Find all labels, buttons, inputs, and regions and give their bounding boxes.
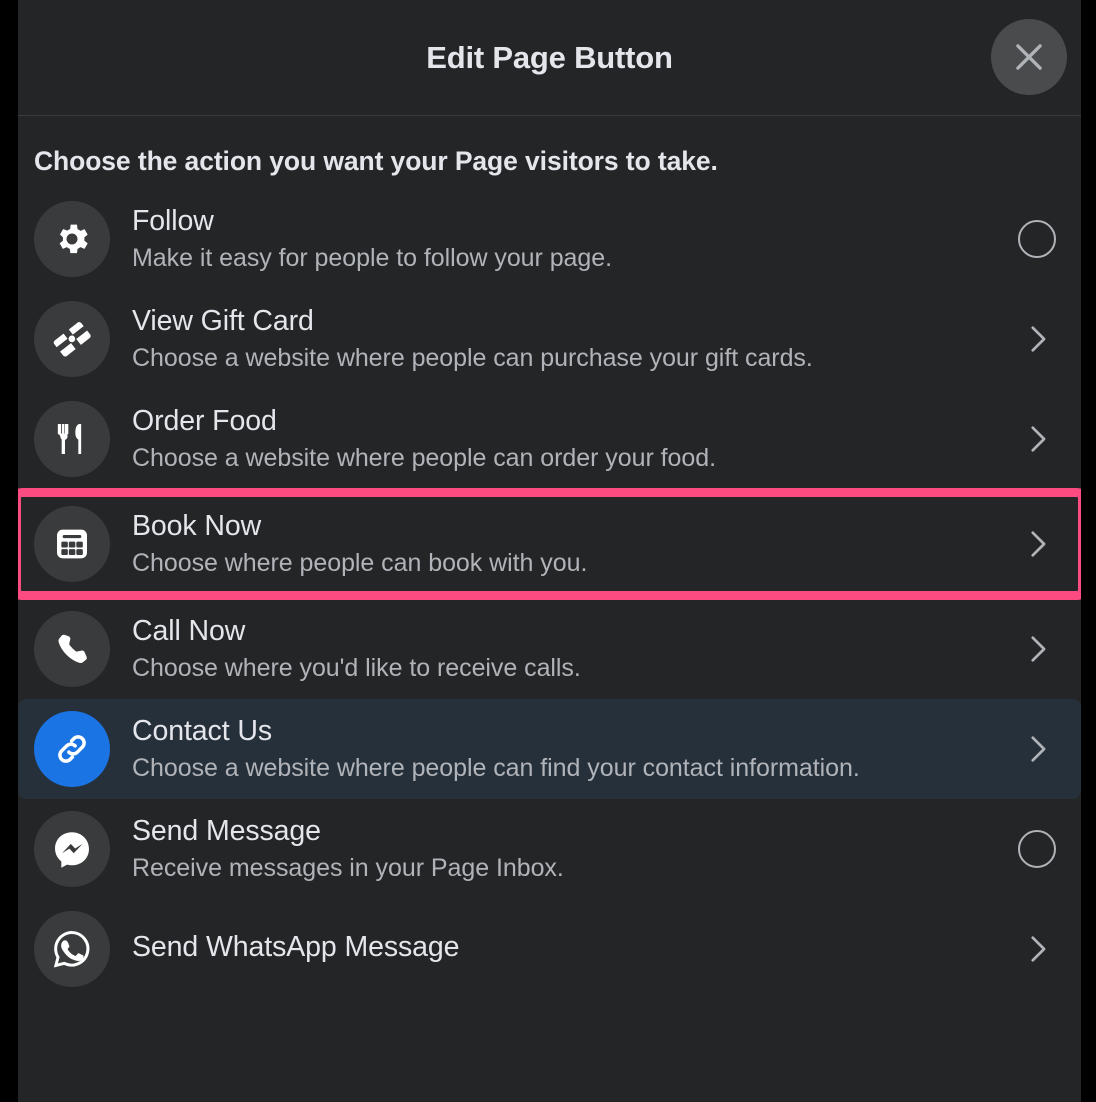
action-title: Contact Us <box>132 714 272 747</box>
action-description: Choose a website where people can find y… <box>132 753 860 782</box>
action-affordance[interactable] <box>1009 422 1065 456</box>
radio-unselected-icon[interactable] <box>1018 220 1056 258</box>
action-row-view-gift-card[interactable]: View Gift Card Choose a website where pe… <box>18 289 1081 389</box>
action-text: Order Food Choose a website where people… <box>132 404 1009 474</box>
action-row-order-food[interactable]: Order Food Choose a website where people… <box>18 389 1081 489</box>
action-text: Send Message Receive messages in your Pa… <box>132 814 1009 884</box>
action-row-call-now[interactable]: Call Now Choose where you'd like to rece… <box>18 599 1081 699</box>
phone-icon <box>34 611 110 687</box>
action-description: Choose where you'd like to receive calls… <box>132 653 581 682</box>
action-description: Choose where people can book with you. <box>132 548 588 577</box>
calendar-icon <box>34 506 110 582</box>
action-text: Contact Us Choose a website where people… <box>132 714 1009 784</box>
action-description: Choose a website where people can purcha… <box>132 343 813 372</box>
action-title: Follow <box>132 204 214 237</box>
action-affordance[interactable] <box>1009 732 1065 766</box>
chevron-right-icon[interactable] <box>1020 527 1054 561</box>
action-affordance[interactable] <box>1009 932 1065 966</box>
chevron-right-icon[interactable] <box>1020 932 1054 966</box>
gift-card-icon <box>34 301 110 377</box>
action-row-follow[interactable]: Follow Make it easy for people to follow… <box>18 189 1081 289</box>
close-button[interactable] <box>991 19 1067 95</box>
fork-knife-icon <box>34 401 110 477</box>
action-text: Follow Make it easy for people to follow… <box>132 204 1009 274</box>
action-row-contact-us[interactable]: Contact Us Choose a website where people… <box>18 699 1081 799</box>
edit-page-button-dialog: Edit Page Button Choose the action you w… <box>18 0 1081 1102</box>
action-title: Send WhatsApp Message <box>132 931 460 964</box>
messenger-icon <box>34 811 110 887</box>
action-row-send-message[interactable]: Send Message Receive messages in your Pa… <box>18 799 1081 899</box>
chevron-right-icon[interactable] <box>1020 322 1054 356</box>
action-title: Order Food <box>132 404 277 437</box>
action-text: Send WhatsApp Message <box>132 930 1009 968</box>
link-icon <box>34 711 110 787</box>
chevron-right-icon[interactable] <box>1020 632 1054 666</box>
section-heading: Choose the action you want your Page vis… <box>34 146 718 176</box>
action-title: Book Now <box>132 509 262 542</box>
action-title: Call Now <box>132 614 246 647</box>
action-affordance[interactable] <box>1009 527 1065 561</box>
whatsapp-icon <box>34 911 110 987</box>
action-list: Follow Make it easy for people to follow… <box>18 189 1081 999</box>
action-description: Make it easy for people to follow your p… <box>132 243 613 272</box>
gear-icon <box>34 201 110 277</box>
action-title: Send Message <box>132 814 321 847</box>
close-icon <box>1010 38 1048 76</box>
action-title: View Gift Card <box>132 304 314 337</box>
screenshot-frame: Edit Page Button Choose the action you w… <box>0 0 1096 1102</box>
action-text: Book Now Choose where people can book wi… <box>132 509 1009 579</box>
dialog-header: Edit Page Button <box>18 0 1081 116</box>
action-text: Call Now Choose where you'd like to rece… <box>132 614 1009 684</box>
action-affordance[interactable] <box>1009 830 1065 868</box>
action-affordance[interactable] <box>1009 322 1065 356</box>
action-row-book-now[interactable]: Book Now Choose where people can book wi… <box>18 488 1081 600</box>
action-affordance[interactable] <box>1009 632 1065 666</box>
action-text: View Gift Card Choose a website where pe… <box>132 304 1009 374</box>
action-row-send-whatsapp-message[interactable]: Send WhatsApp Message <box>18 899 1081 999</box>
chevron-right-icon[interactable] <box>1020 422 1054 456</box>
action-affordance[interactable] <box>1009 220 1065 258</box>
page-title: Edit Page Button <box>426 39 673 75</box>
chevron-right-icon[interactable] <box>1020 732 1054 766</box>
action-description: Choose a website where people can order … <box>132 443 716 472</box>
action-description: Receive messages in your Page Inbox. <box>132 853 564 882</box>
radio-unselected-icon[interactable] <box>1018 830 1056 868</box>
dialog-body: Choose the action you want your Page vis… <box>18 116 1081 999</box>
